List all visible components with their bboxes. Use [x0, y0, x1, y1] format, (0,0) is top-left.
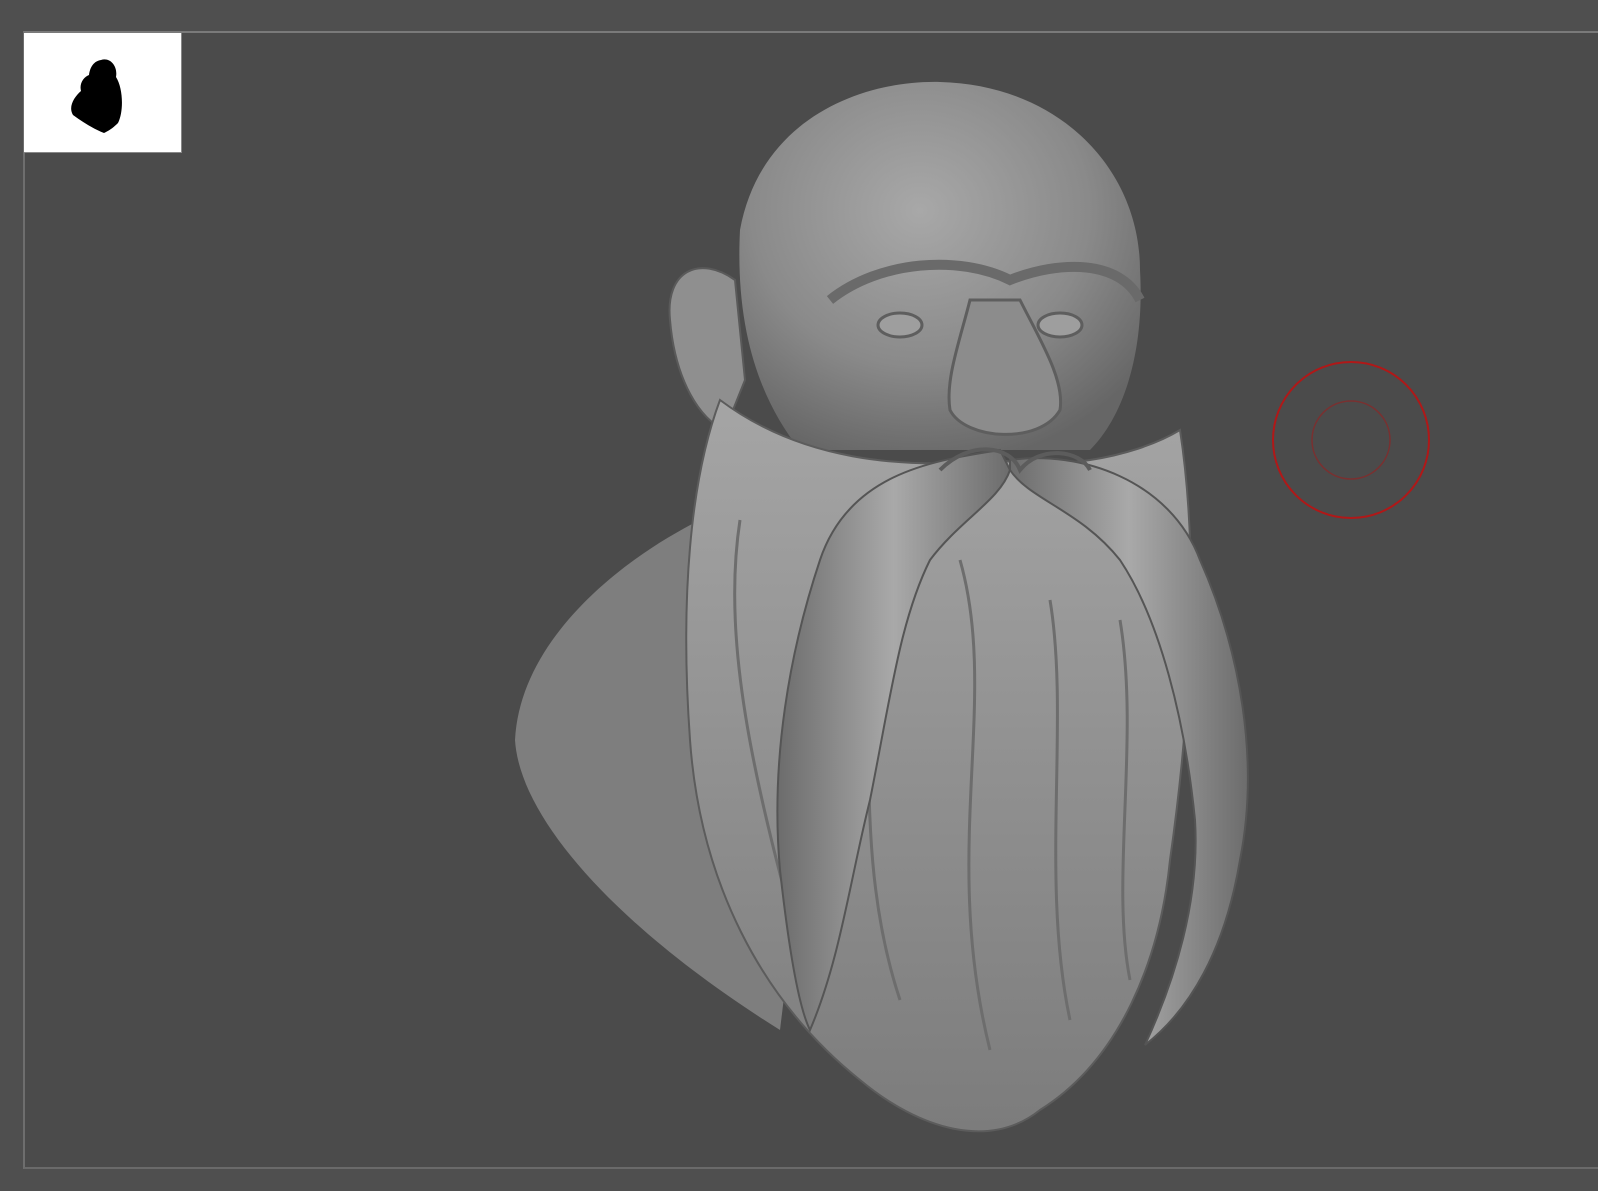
navigator-thumbnail[interactable] — [24, 33, 182, 153]
ear — [668, 267, 747, 432]
dwarf-head-model[interactable] — [0, 0, 1598, 1191]
model-silhouette-icon — [71, 59, 122, 133]
